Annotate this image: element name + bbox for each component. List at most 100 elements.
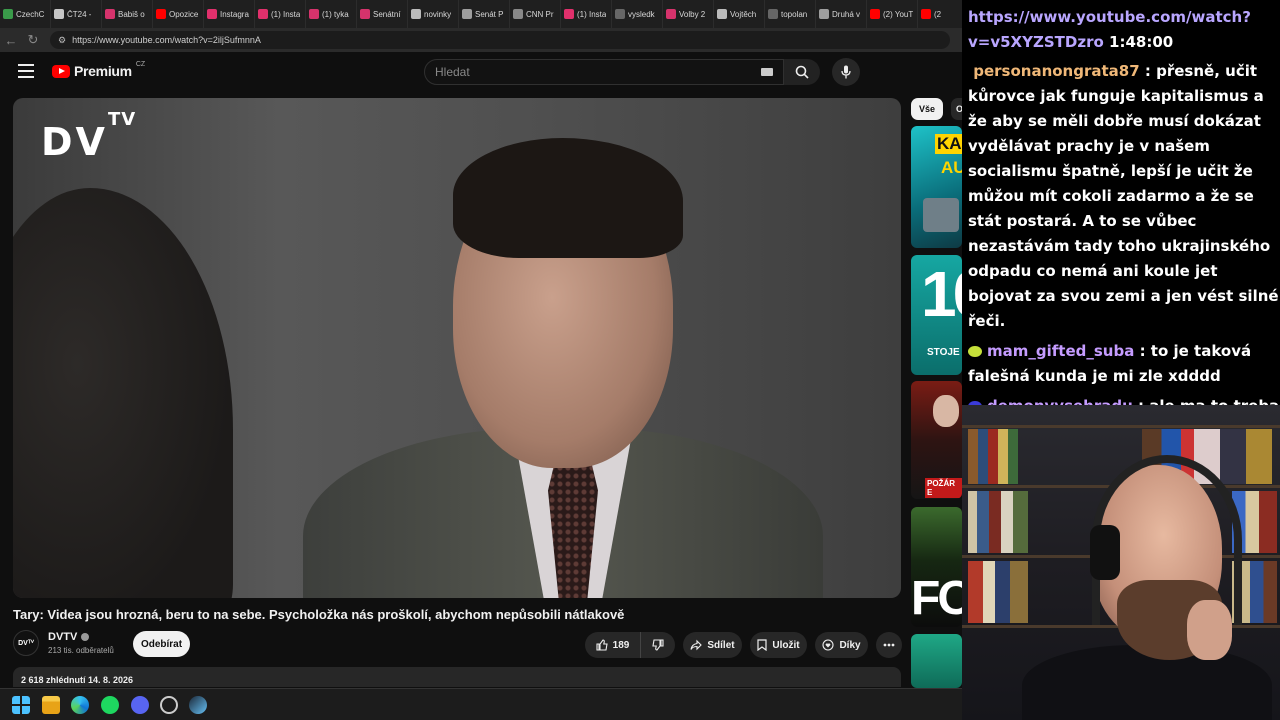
share-button[interactable]: Sdílet	[683, 632, 742, 658]
tab-label: Senátní	[373, 9, 401, 19]
tab-favicon-icon	[513, 9, 523, 19]
tab-label: (1) Insta	[577, 9, 607, 19]
thumbs-up-icon	[596, 639, 608, 651]
tab-label: Senát P	[475, 9, 504, 19]
more-actions-button[interactable]	[876, 632, 902, 658]
chat-message: mam_gifted_suba : to je taková falešná k…	[968, 339, 1280, 389]
search-button[interactable]	[784, 59, 820, 85]
browser-address-bar: ← ↻ ⚙ https://www.youtube.com/watch?v=2i…	[0, 28, 962, 52]
browser-tab[interactable]: topolan	[765, 0, 816, 28]
more-dots-icon	[883, 643, 895, 647]
hamburger-menu-icon[interactable]	[18, 64, 34, 78]
discord-icon[interactable]	[131, 696, 149, 714]
url-field[interactable]: ⚙ https://www.youtube.com/watch?v=2iljSu…	[50, 31, 950, 49]
tab-favicon-icon	[615, 9, 625, 19]
keyboard-icon[interactable]	[761, 68, 773, 76]
related-video-thumbnail[interactable]: 10 STOJE	[911, 255, 962, 375]
like-button[interactable]: 189	[585, 632, 641, 658]
tab-label: Volby 2	[679, 9, 706, 19]
tab-label: Vojtěch	[730, 9, 757, 19]
chat-username: mam_gifted_suba	[987, 342, 1135, 360]
browser-tab[interactable]: (2) YouT	[867, 0, 918, 28]
steelseries-icon[interactable]	[160, 696, 178, 714]
tab-favicon-icon	[819, 9, 829, 19]
tab-label: topolan	[781, 9, 808, 19]
youtube-premium-logo[interactable]: Premium CZ	[52, 61, 145, 79]
description-box[interactable]: 2 618 zhlédnutí 14. 8. 2026	[13, 667, 901, 687]
url-text: https://www.youtube.com/watch?v=2iljSufm…	[72, 35, 261, 45]
edge-browser-icon[interactable]	[71, 696, 89, 714]
headphone-cup	[1090, 525, 1120, 580]
tab-favicon-icon	[768, 9, 778, 19]
tab-label: CNN Pr	[526, 9, 554, 19]
save-button[interactable]: Uložit	[750, 632, 807, 658]
chat-username: personanongrata87	[973, 62, 1140, 80]
tab-label: (2) YouT	[883, 9, 914, 19]
related-video-thumbnail[interactable]: FO	[911, 507, 962, 627]
search-icon	[795, 65, 809, 79]
browser-tab[interactable]: ČT24 -	[51, 0, 102, 28]
filter-chip-all[interactable]: Vše	[911, 98, 943, 120]
microphone-icon	[841, 65, 851, 79]
interviewer-silhouette	[13, 188, 233, 598]
browser-tab[interactable]: (1) Insta	[561, 0, 612, 28]
video-player[interactable]: DVTV	[13, 98, 901, 598]
browser-tab[interactable]: (1) Insta	[255, 0, 306, 28]
tab-favicon-icon	[564, 9, 574, 19]
site-info-icon[interactable]: ⚙	[58, 35, 66, 46]
search-placeholder: Hledat	[435, 65, 470, 79]
reload-icon[interactable]: ↻	[22, 28, 44, 52]
bookmark-icon	[757, 639, 767, 651]
guest-hair	[453, 138, 683, 258]
tab-label: (1) Insta	[271, 9, 301, 19]
steam-icon[interactable]	[189, 696, 207, 714]
spotify-icon[interactable]	[101, 696, 119, 714]
tab-favicon-icon	[921, 9, 931, 19]
browser-tab[interactable]: Opozice	[153, 0, 204, 28]
voice-search-button[interactable]	[832, 58, 860, 86]
browser-tab[interactable]: (2	[918, 0, 962, 28]
browser-tab[interactable]: Volby 2	[663, 0, 714, 28]
tab-favicon-icon	[870, 9, 880, 19]
tab-label: ČT24 -	[67, 9, 92, 19]
browser-tab[interactable]: CNN Pr	[510, 0, 561, 28]
file-explorer-icon[interactable]	[42, 696, 60, 714]
browser-tab[interactable]: Babiš o	[102, 0, 153, 28]
browser-tab[interactable]: vysledk	[612, 0, 663, 28]
chat-text: : přesně, učit kůrovce jak funguje kapit…	[968, 62, 1279, 330]
browser-tab[interactable]: Senátní	[357, 0, 408, 28]
related-video-thumbnail[interactable]: KAN AU	[911, 126, 962, 248]
thanks-button[interactable]: Díky	[815, 632, 868, 658]
browser-tab[interactable]: CzechC	[0, 0, 51, 28]
search-input[interactable]: Hledat	[424, 59, 784, 85]
browser-tab[interactable]: Vojtěch	[714, 0, 765, 28]
tab-favicon-icon	[54, 9, 64, 19]
browser-tab[interactable]: (1) tyka	[306, 0, 357, 28]
subscribe-button[interactable]: Odebírat	[133, 631, 190, 657]
tab-label: (1) tyka	[322, 9, 349, 19]
taskbar	[0, 688, 962, 720]
tab-favicon-icon	[156, 9, 166, 19]
windows-start-icon[interactable]	[12, 696, 30, 714]
tab-favicon-icon	[258, 9, 268, 19]
tab-favicon-icon	[360, 9, 370, 19]
streamer-hand	[1187, 600, 1232, 660]
back-arrow-icon[interactable]: ←	[0, 28, 22, 52]
related-video-thumbnail[interactable]	[911, 634, 962, 688]
browser-tab[interactable]: Druhá v	[816, 0, 867, 28]
video-title: Tary: Videa jsou hrozná, beru to na sebe…	[13, 607, 625, 622]
tab-label: novinky	[424, 9, 452, 19]
streamer-webcam	[962, 405, 1280, 720]
chat-message: personanongrata87 : přesně, učit kůrovce…	[968, 59, 1280, 334]
browser-tab[interactable]: Instagra	[204, 0, 255, 28]
related-video-thumbnail[interactable]: POŽÁR E	[911, 381, 962, 499]
logo-text: Premium	[74, 63, 132, 79]
browser-tab[interactable]: novinky	[408, 0, 459, 28]
channel-name[interactable]: DVTV	[48, 631, 90, 643]
tab-label: Instagra	[220, 9, 249, 19]
verified-icon	[81, 633, 90, 642]
browser-tab[interactable]: Senát P	[459, 0, 510, 28]
channel-avatar[interactable]: DVᵀⱽ	[13, 630, 39, 656]
heart-coin-icon	[822, 639, 834, 651]
dislike-button[interactable]	[641, 632, 675, 658]
